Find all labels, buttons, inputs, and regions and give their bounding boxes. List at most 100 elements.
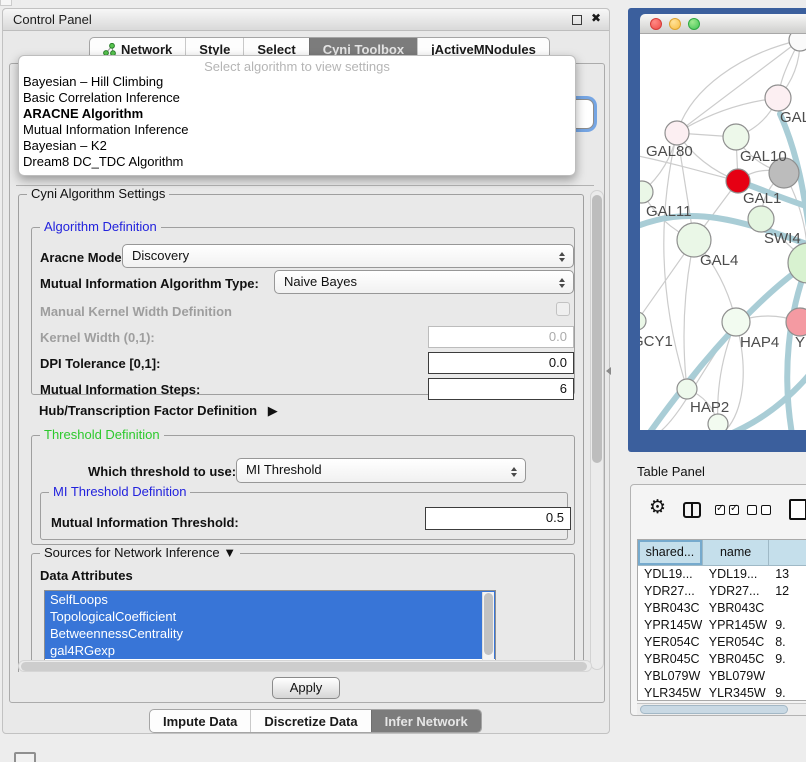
which-threshold-select[interactable]: MI Threshold xyxy=(236,458,526,483)
table-horizontal-scrollbar[interactable] xyxy=(637,703,806,715)
network-node-label: GAL80 xyxy=(646,143,693,160)
algorithm-option-aracne-algorithm[interactable]: ARACNE Algorithm xyxy=(19,106,575,122)
scrollbar-thumb[interactable] xyxy=(484,593,493,655)
network-node-hap2[interactable] xyxy=(677,379,697,399)
manual-kernel-checkbox[interactable] xyxy=(556,302,570,316)
network-node-gcy1[interactable] xyxy=(640,312,646,330)
network-node-gal80[interactable] xyxy=(665,121,689,145)
table-toolbar: ⚙ xyxy=(631,499,806,531)
tab-impute-data[interactable]: Impute Data xyxy=(150,710,250,732)
group-title: Algorithm Definition xyxy=(40,219,161,234)
network-canvas[interactable]: GALGAL80GAL10GAL1GAL11SWI4GAL4HAP4YGCY1H… xyxy=(640,34,806,430)
table-cell: 12 xyxy=(769,583,806,600)
table-cell: YLR345W xyxy=(638,685,703,701)
minimize-window-icon[interactable] xyxy=(669,18,681,30)
network-node-label: SWI4 xyxy=(764,230,801,247)
table-row[interactable]: YBR043CYBR043C xyxy=(638,600,806,617)
table-panel-title: Table Panel xyxy=(637,464,705,479)
column-header-name[interactable]: name xyxy=(703,540,770,566)
select-all-checkboxes-icon[interactable] xyxy=(715,505,739,515)
table-row[interactable]: YBL079WYBL079W xyxy=(638,668,806,685)
tab-discretize-data[interactable]: Discretize Data xyxy=(250,710,370,732)
deselect-all-checkboxes-icon[interactable] xyxy=(747,505,771,515)
close-panel-icon[interactable]: ✖ xyxy=(591,11,601,25)
network-view-window[interactable]: GALGAL80GAL10GAL1GAL11SWI4GAL4HAP4YGCY1H… xyxy=(628,8,806,452)
algorithm-option-bayesian-k2[interactable]: Bayesian – K2 xyxy=(19,138,575,154)
gear-icon[interactable]: ⚙ xyxy=(649,496,666,519)
column-header-shared[interactable]: shared... xyxy=(638,540,703,566)
group-title: Threshold Definition xyxy=(40,427,164,442)
network-node-label: GCY1 xyxy=(640,333,673,350)
which-threshold-label: Which threshold to use: xyxy=(88,464,236,479)
algorithm-option-dream8-dc-tdc-algorithm[interactable]: Dream8 DC_TDC Algorithm xyxy=(19,154,575,170)
sources-title-text: Sources for Network Inference xyxy=(44,545,220,560)
table-cell: YDR27... xyxy=(703,583,769,600)
scrollbar-thumb[interactable] xyxy=(640,705,788,714)
algorithm-option-bayesian-hill-climbing[interactable]: Bayesian – Hill Climbing xyxy=(19,74,575,90)
zoom-window-icon[interactable] xyxy=(688,18,700,30)
collapse-arrow-icon: ▼ xyxy=(223,545,236,560)
table-cell: YDR27... xyxy=(638,583,703,600)
table-cell: YPR145W xyxy=(638,617,703,634)
splitter-handle[interactable] xyxy=(606,367,611,375)
desktop: Control Panel ✖ NetworkStyleSelectCyni T… xyxy=(0,0,806,762)
close-window-icon[interactable] xyxy=(650,18,662,30)
mi-threshold-label: Mutual Information Threshold: xyxy=(51,515,239,530)
network-node[interactable] xyxy=(708,414,728,430)
dpi-tolerance-input[interactable]: 0.0 xyxy=(428,352,574,374)
dropdown-placeholder: Select algorithm to view settings xyxy=(19,56,575,74)
mi-algorithm-type-select[interactable]: Naive Bayes xyxy=(274,270,574,294)
table-panel: ⚙ shared...name YDL19...YDL19...13YDR27.… xyxy=(630,484,806,716)
mi-steps-input[interactable]: 6 xyxy=(428,378,574,400)
network-node-hap4[interactable] xyxy=(722,308,750,336)
aracne-mode-select[interactable]: Discovery xyxy=(122,244,574,268)
tab-label: Discretize Data xyxy=(264,714,357,729)
column-header-3[interactable] xyxy=(769,540,806,566)
minimized-panel-icon[interactable] xyxy=(14,752,36,762)
network-node-label: GAL xyxy=(780,109,806,126)
kernel-width-input[interactable]: 0.0 xyxy=(428,326,574,348)
network-node-gal10[interactable] xyxy=(723,124,749,150)
table-row[interactable]: YBR045CYBR045C9. xyxy=(638,651,806,668)
groupbox-divider xyxy=(16,185,594,186)
data-attribute-item-gal4rgexp[interactable]: gal4RGexp xyxy=(45,642,495,659)
columns-icon[interactable] xyxy=(683,502,701,518)
network-node-swi4[interactable] xyxy=(748,206,774,232)
network-node-label: HAP2 xyxy=(690,399,729,416)
table-row[interactable]: YLR345WYLR345W9. xyxy=(638,685,806,701)
control-panel-titlebar[interactable]: Control Panel ✖ xyxy=(3,9,609,31)
settings-scroll-area: Cyni Algorithm Settings Algorithm Defini… xyxy=(16,188,594,672)
network-window-titlebar[interactable] xyxy=(640,14,806,34)
table-cell: YER054C xyxy=(703,634,769,651)
network-node[interactable] xyxy=(789,34,806,51)
hub-definition-toggle[interactable]: Hub/Transcription Factor Definition ▶ xyxy=(39,403,278,419)
new-table-icon[interactable] xyxy=(789,499,806,520)
window-edge-fragment xyxy=(0,0,12,6)
network-node-label: GAL4 xyxy=(700,252,738,269)
float-panel-icon[interactable] xyxy=(572,15,582,25)
mi-threshold-input[interactable]: 0.5 xyxy=(425,507,571,530)
data-attribute-item-selfloops[interactable]: SelfLoops xyxy=(45,591,495,608)
table-row[interactable]: YDR27...YDR27...12 xyxy=(638,583,806,600)
scrollbar-thumb[interactable] xyxy=(21,662,587,671)
table-body: YDL19...YDL19...13YDR27...YDR27...12YBR0… xyxy=(638,566,806,701)
tab-infer-network[interactable]: Infer Network xyxy=(371,710,481,732)
table-cell: YBR043C xyxy=(703,600,769,617)
algorithm-option-basic-correlation-inference[interactable]: Basic Correlation Inference xyxy=(19,90,575,106)
data-attribute-item-betweennesscentrality[interactable]: BetweennessCentrality xyxy=(45,625,495,642)
apply-button[interactable]: Apply xyxy=(272,677,340,699)
hub-definition-label: Hub/Transcription Factor Definition xyxy=(39,403,257,418)
algorithm-dropdown-popup: Select algorithm to view settings Bayesi… xyxy=(18,55,576,176)
data-attribute-item-topologicalcoefficient[interactable]: TopologicalCoefficient xyxy=(45,608,495,625)
sources-group-title[interactable]: Sources for Network Inference ▼ xyxy=(40,545,240,560)
table-row[interactable]: YPR145WYPR145W9. xyxy=(638,617,806,634)
table-cell: 9. xyxy=(769,651,806,668)
settings-horizontal-scrollbar[interactable] xyxy=(18,660,592,672)
table-row[interactable]: YER054CYER054C8. xyxy=(638,634,806,651)
algorithm-option-mutual-information-inference[interactable]: Mutual Information Inference xyxy=(19,122,575,138)
scrollbar-thumb[interactable] xyxy=(592,195,602,463)
table-row[interactable]: YDL19...YDL19...13 xyxy=(638,566,806,583)
settings-vertical-scrollbar[interactable] xyxy=(590,190,604,670)
network-node-gal[interactable] xyxy=(765,85,791,111)
mi-type-value: Naive Bayes xyxy=(284,274,357,289)
